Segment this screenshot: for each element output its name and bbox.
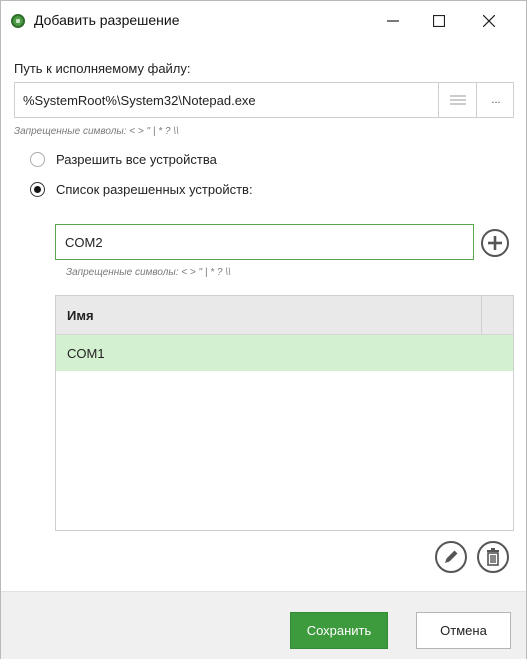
path-input[interactable] <box>15 83 445 117</box>
radio-allow-all-circle[interactable] <box>30 152 45 167</box>
column-divider <box>481 296 482 334</box>
close-button[interactable] <box>466 1 512 41</box>
window-title: Добавить разрешение <box>34 12 180 28</box>
cancel-button[interactable]: Отмена <box>416 612 511 649</box>
maximize-button[interactable] <box>416 1 462 41</box>
close-icon <box>483 15 495 27</box>
list-icon <box>450 95 466 105</box>
add-device-button[interactable] <box>480 228 510 258</box>
add-permission-dialog: Добавить разрешение Путь к исполняемому … <box>0 0 527 659</box>
table-row[interactable]: COM1 <box>56 335 513 371</box>
table-header: Имя <box>56 296 513 335</box>
browse-button[interactable]: ... <box>476 83 515 117</box>
minimize-icon <box>387 20 399 22</box>
table-cell-name: COM1 <box>67 346 105 361</box>
path-list-button[interactable] <box>438 83 477 117</box>
device-forbidden-hint: Запрещенные символы: < > " | * ? \\ <box>66 267 231 278</box>
save-button[interactable]: Сохранить <box>290 612 388 649</box>
radio-allow-all-label: Разрешить все устройства <box>56 152 217 167</box>
radio-device-list-circle[interactable] <box>30 182 45 197</box>
path-forbidden-hint: Запрещенные символы: < > " | * ? \\ <box>14 126 179 137</box>
radio-allow-all[interactable]: Разрешить все устройства <box>30 152 217 167</box>
trash-icon <box>477 541 509 573</box>
app-icon <box>11 14 25 28</box>
minimize-button[interactable] <box>370 1 416 41</box>
edit-button[interactable] <box>434 540 468 574</box>
path-field: ... <box>14 82 514 118</box>
column-header-name[interactable]: Имя <box>67 308 94 323</box>
device-field <box>55 224 474 260</box>
device-input[interactable] <box>56 225 473 259</box>
pencil-icon <box>435 541 467 573</box>
delete-button[interactable] <box>476 540 510 574</box>
title-bar: Добавить разрешение <box>1 1 526 41</box>
radio-device-list-label: Список разрешенных устройств: <box>56 182 253 197</box>
device-table: Имя COM1 <box>55 295 514 531</box>
radio-device-list[interactable]: Список разрешенных устройств: <box>30 182 253 197</box>
plus-circle-icon <box>481 229 509 257</box>
path-label: Путь к исполняемому файлу: <box>14 61 191 76</box>
maximize-icon <box>433 15 445 27</box>
